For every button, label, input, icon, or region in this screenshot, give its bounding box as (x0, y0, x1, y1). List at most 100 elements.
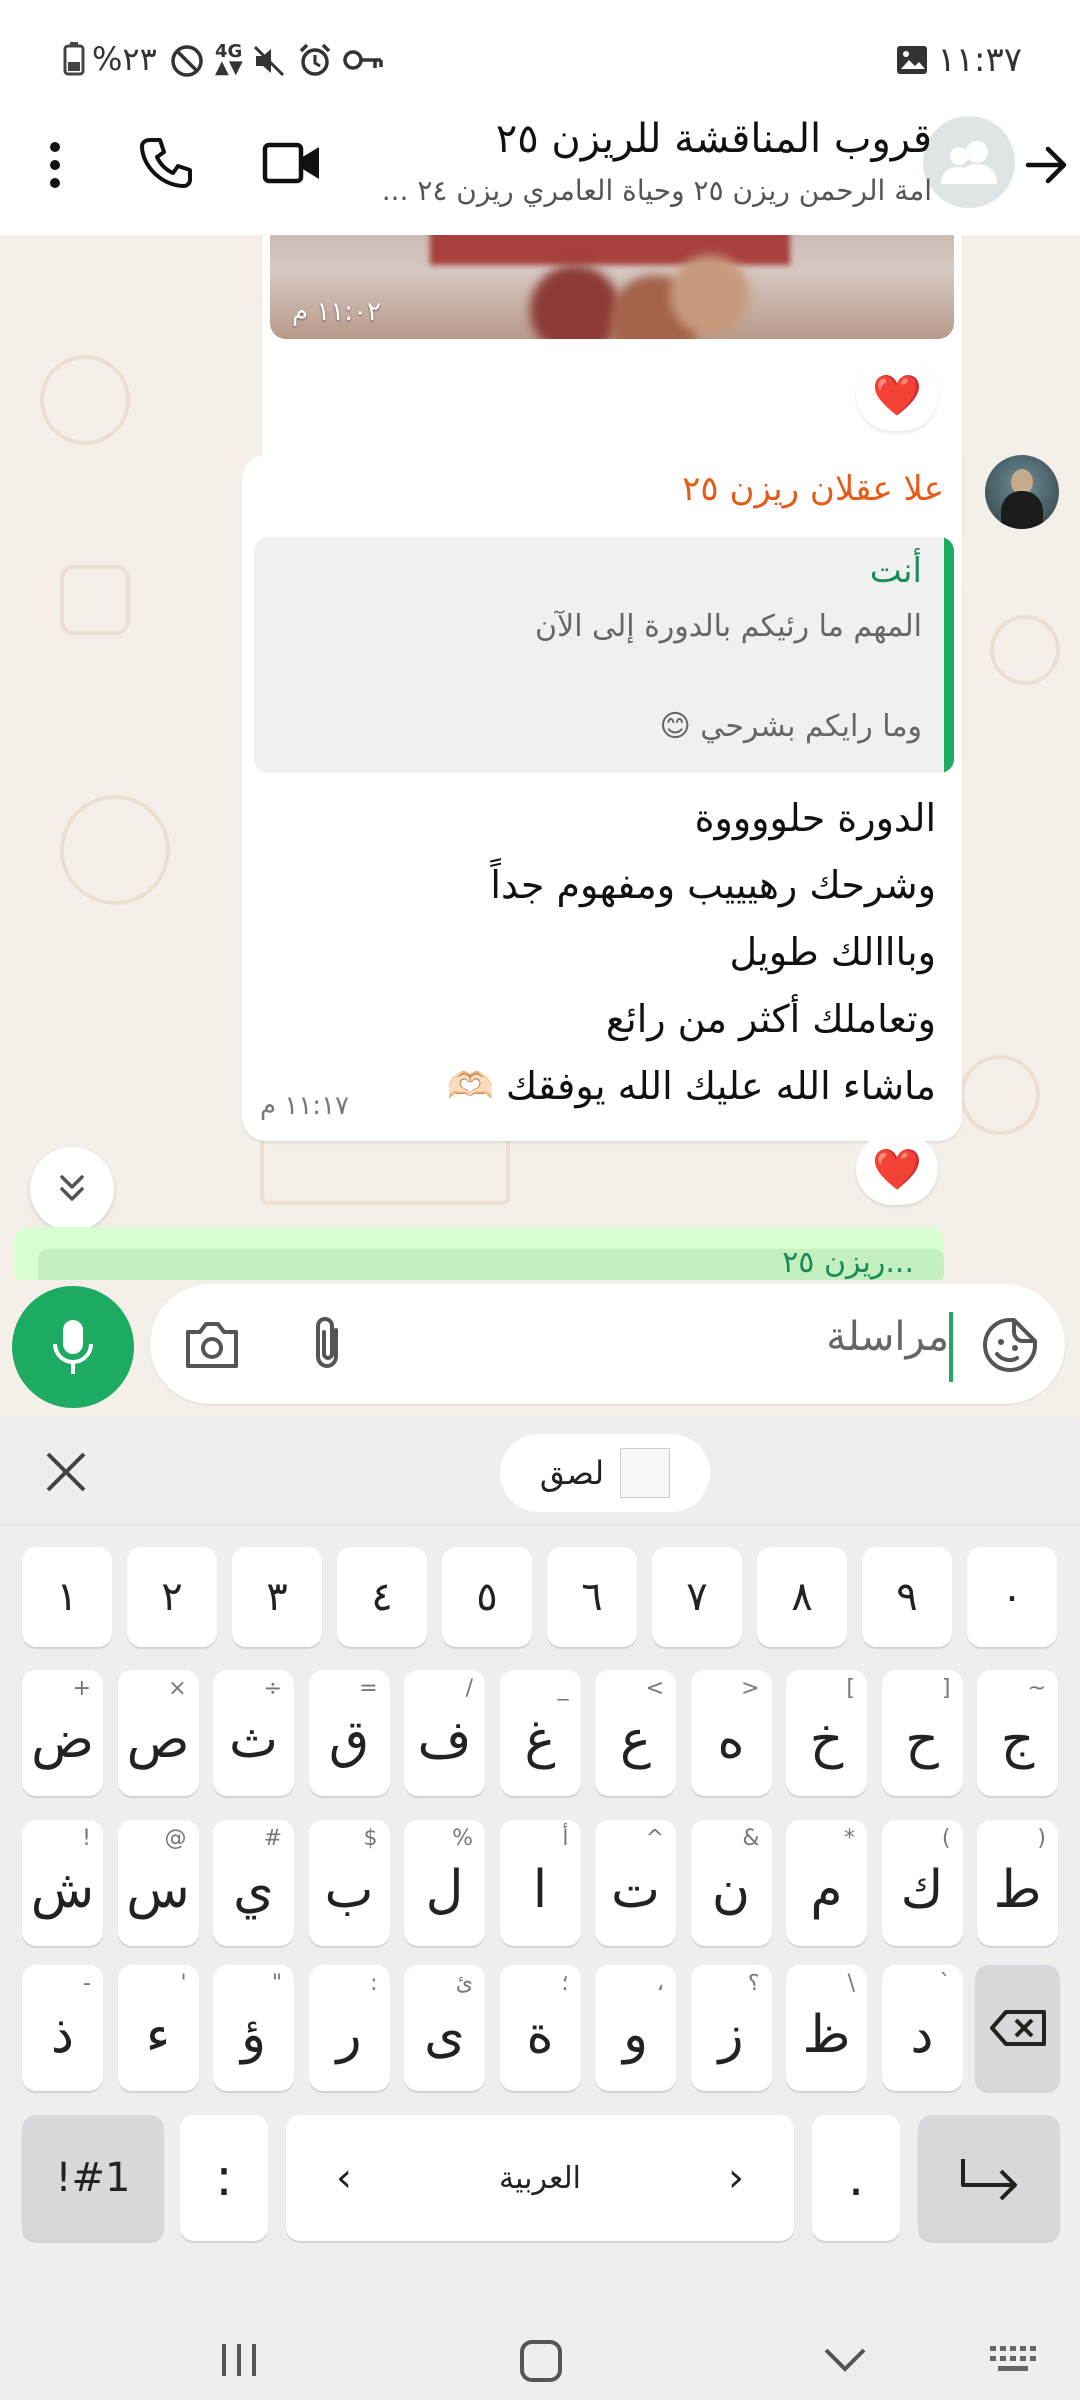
letter-key[interactable]: ÷ ث (213, 1670, 294, 1796)
number-key[interactable]: ٩ (862, 1547, 952, 1647)
enter-key[interactable] (918, 2115, 1060, 2241)
letter-key[interactable]: _ غ (499, 1670, 581, 1796)
letter-key[interactable]: -ذ (22, 1965, 103, 2091)
letter-key[interactable]: = ق (308, 1670, 390, 1796)
sender-avatar[interactable] (985, 455, 1059, 529)
more-options-icon[interactable] (48, 140, 62, 190)
letter-key[interactable]: (ك (881, 1820, 963, 1946)
letter-key[interactable]: < ع (595, 1670, 676, 1796)
number-key[interactable]: ٧ (652, 1547, 742, 1647)
attach-icon[interactable] (308, 1316, 348, 1374)
reaction-badge[interactable]: ❤️ (856, 359, 938, 431)
scroll-down-button[interactable] (30, 1147, 114, 1231)
letter-key[interactable]: [خ (786, 1670, 867, 1796)
number-key[interactable]: ٥ (442, 1547, 532, 1647)
clipboard-thumbnail-icon (620, 1448, 671, 1498)
number-key[interactable]: ٨ (757, 1547, 847, 1647)
space-key[interactable]: ‹ العربية › (286, 2115, 794, 2241)
number-key[interactable]: ٠ (967, 1547, 1057, 1647)
message-line: ماشاء الله عليك الله يوفقك 🫶🏻 (446, 1064, 936, 1108)
group-avatar[interactable] (923, 116, 1015, 208)
letter-key[interactable]: ~ ج (977, 1670, 1058, 1796)
quote-author: أنت (869, 551, 922, 591)
letter-key[interactable]: ) ط (977, 1820, 1058, 1946)
chat-subtitle[interactable]: امة الرحمن ريزن ٢٥ وحياة العامري ريزن ٢٤… (382, 174, 932, 207)
home-icon[interactable] (518, 2338, 564, 2382)
paste-label: لصق (539, 1454, 605, 1492)
back-arrow-icon[interactable] (1020, 140, 1070, 190)
letter-key[interactable]: $ ب (308, 1820, 390, 1946)
letter-key[interactable]: ` د (881, 1965, 963, 2091)
letter-key[interactable]: أا (499, 1820, 581, 1946)
key-hint: - (83, 1971, 91, 1996)
letter-key[interactable]: ، و (595, 1965, 676, 2091)
backspace-icon (989, 2010, 1046, 2046)
key-hint: @ (164, 1826, 187, 1851)
letter-key[interactable]: ؟ ز (690, 1965, 772, 2091)
number-key[interactable]: ١ (22, 1547, 112, 1647)
paste-chip[interactable]: لصق (500, 1434, 710, 1512)
number-key[interactable]: ٤ (337, 1547, 427, 1647)
close-icon[interactable] (44, 1450, 88, 1494)
chat-title[interactable]: قروب المناقشة للريزن ٢٥ (496, 116, 932, 162)
letter-key[interactable]: * م (786, 1820, 867, 1946)
key-label: ض (31, 1710, 94, 1770)
letter-key[interactable]: × ص (117, 1670, 199, 1796)
number-key[interactable]: ٣ (232, 1547, 322, 1647)
backspace-key[interactable] (975, 1965, 1060, 2091)
quote-accent-bar (944, 537, 954, 773)
letter-key[interactable]: + ض (22, 1670, 103, 1796)
recent-apps-icon[interactable] (218, 2340, 260, 2380)
period-key[interactable]: . (812, 2115, 900, 2241)
letter-key[interactable]: & ن (690, 1820, 772, 1946)
sender-name[interactable]: علا عقلان ريزن ٢٥ (682, 469, 944, 509)
wallpaper-doodle (60, 795, 170, 905)
key-label: ه (717, 1710, 745, 1770)
key-label: ز (718, 2005, 744, 2065)
blurred-image[interactable]: ١١:٠٢ م (270, 235, 954, 339)
letter-key[interactable]: \ ظ (786, 1965, 867, 2091)
letter-key[interactable]: :ر (308, 1965, 390, 2091)
letter-key[interactable]: " ؤ (213, 1965, 294, 2091)
key-label: ٩ (896, 1574, 918, 1620)
number-key[interactable]: ٦ (547, 1547, 637, 1647)
key-hint: $ (363, 1826, 378, 1851)
keyboard-toggle-icon[interactable] (988, 2344, 1040, 2376)
letter-key[interactable]: ' ء (117, 1965, 199, 2091)
message-input[interactable]: مراسلة (150, 1284, 1065, 1404)
chat-area[interactable]: ١١:٠٢ م ❤️ علا عقلان ريزن ٢٥ أنت المهم م… (0, 235, 1080, 1280)
reaction-badge[interactable]: ❤️ (856, 1133, 938, 1205)
letter-key[interactable]: # ي (213, 1820, 294, 1946)
letter-key[interactable]: % ل (404, 1820, 485, 1946)
key-hint: [ (846, 1676, 855, 1701)
letter-key[interactable]: @ س (117, 1820, 199, 1946)
letter-key[interactable]: ؛ ة (499, 1965, 581, 2091)
colon-key[interactable]: : (180, 2115, 268, 2241)
sticker-icon[interactable] (981, 1316, 1039, 1374)
microphone-icon (53, 1320, 93, 1374)
message-placeholder: مراسلة (826, 1314, 949, 1360)
video-call-icon[interactable] (262, 140, 322, 186)
battery-percent: %٢٣ (92, 40, 157, 78)
partial-message[interactable]: ...ريزن ٢٥ (14, 1227, 944, 1280)
letter-key[interactable]: ] ح (881, 1670, 963, 1796)
symbols-key[interactable]: !#1 (22, 2115, 164, 2241)
network-4g-icon: 4G ▲▼ (215, 41, 243, 78)
key-label: ك (900, 1860, 944, 1920)
quoted-message[interactable]: أنت المهم ما رئيكم بالدورة إلى الآن وما … (254, 537, 954, 773)
number-key[interactable]: ٢ (127, 1547, 217, 1647)
letter-key[interactable]: ئى (404, 1965, 485, 2091)
phone-call-icon[interactable] (138, 136, 192, 190)
letter-key[interactable]: ^ ت (595, 1820, 676, 1946)
letter-key[interactable]: ! ش (22, 1820, 103, 1946)
chevron-down-icon[interactable] (822, 2346, 868, 2374)
voice-record-button[interactable] (12, 1286, 134, 1408)
key-hint: " (271, 1971, 282, 1996)
key-hint: \ (847, 1971, 855, 1996)
camera-icon[interactable] (184, 1320, 240, 1370)
battery-icon (63, 42, 85, 76)
letter-key[interactable]: / ف (404, 1670, 485, 1796)
letter-key[interactable]: > ه (690, 1670, 772, 1796)
text-message[interactable]: علا عقلان ريزن ٢٥ أنت المهم ما رئيكم بال… (242, 455, 962, 1141)
key-label: س (126, 1860, 190, 1920)
